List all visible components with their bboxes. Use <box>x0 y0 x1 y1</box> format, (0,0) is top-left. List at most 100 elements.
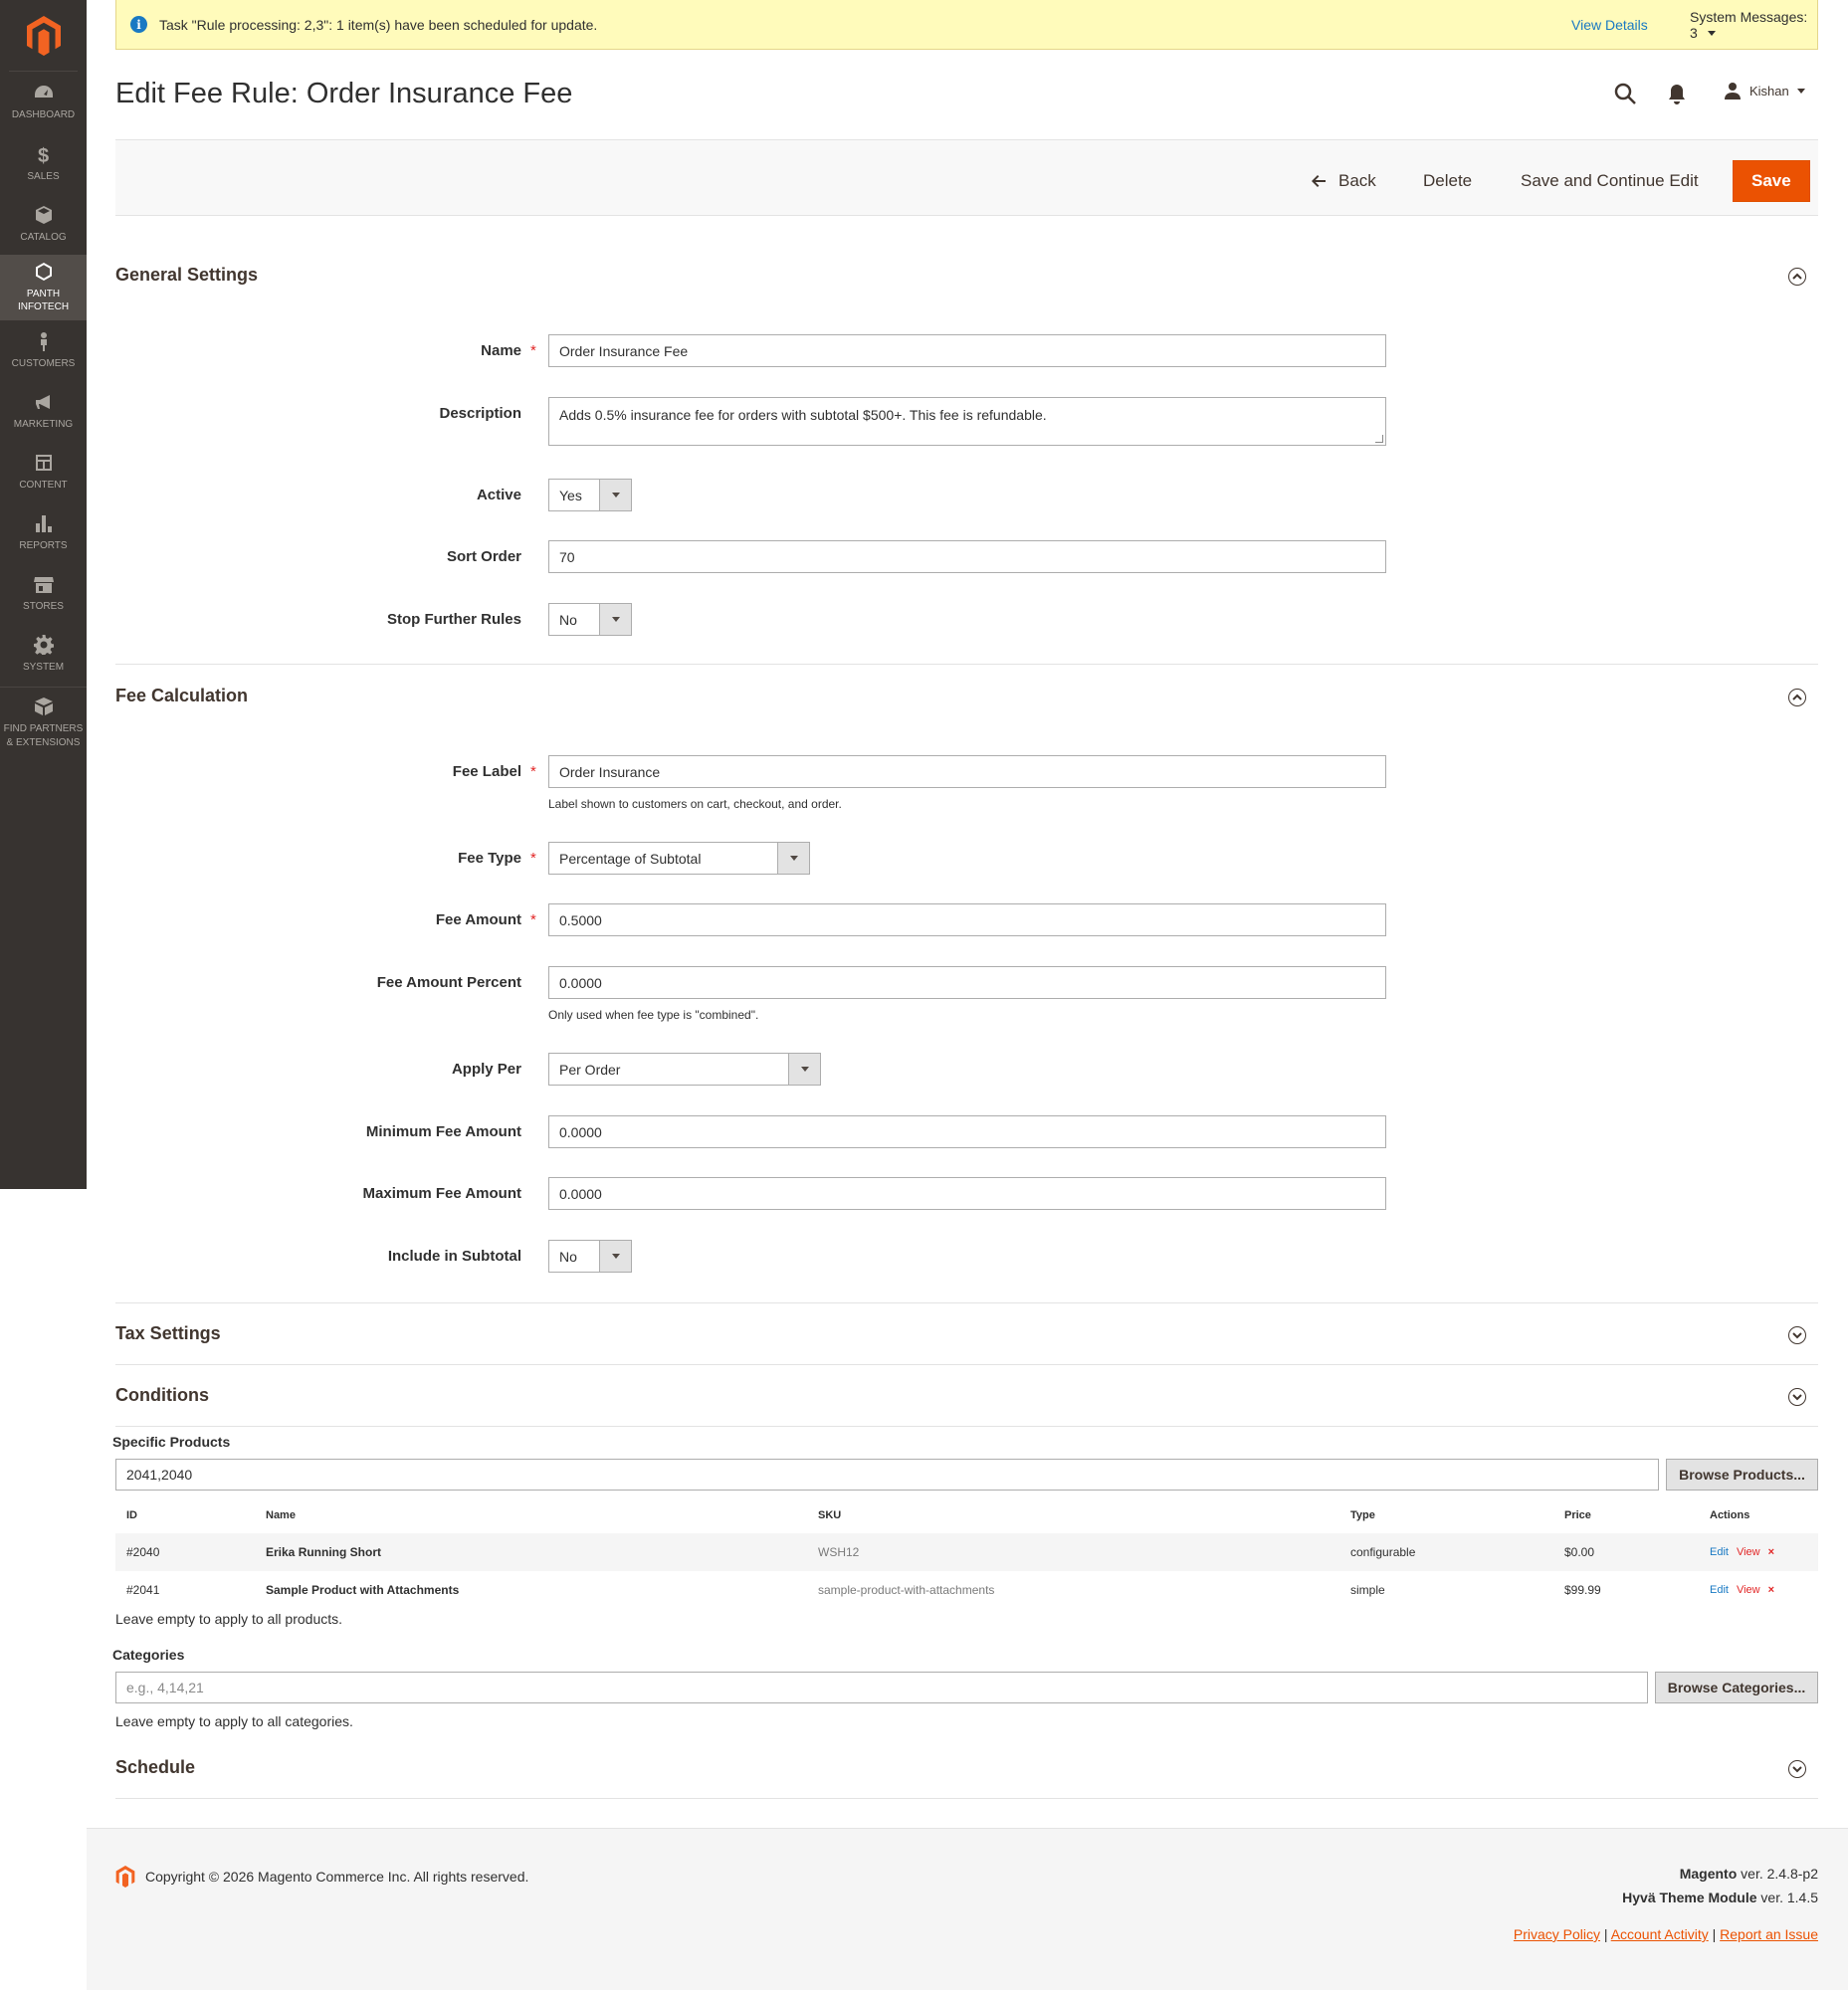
sidebar-item-marketing[interactable]: MARKETING <box>0 381 87 442</box>
fee-amount-input[interactable]: 0.5000 <box>548 903 1386 936</box>
box-icon <box>34 697 53 715</box>
required-asterisk: * <box>530 911 536 928</box>
search-icon[interactable] <box>1613 82 1637 105</box>
view-details-link[interactable]: View Details <box>1571 17 1648 33</box>
expand-icon[interactable] <box>1788 1326 1806 1344</box>
remove-icon[interactable]: × <box>1768 1546 1774 1558</box>
sidebar-item-content[interactable]: CONTENT <box>0 442 87 502</box>
link-separator: | <box>1708 1926 1721 1942</box>
sidebar-item-stores[interactable]: STORES <box>0 563 87 624</box>
categories-label: Categories <box>112 1647 185 1663</box>
categories-input[interactable]: e.g., 4,14,21 <box>115 1672 1648 1703</box>
account-activity-link[interactable]: Account Activity <box>1611 1926 1709 1942</box>
report-issue-link[interactable]: Report an Issue <box>1720 1926 1818 1942</box>
sidebar-item-reports[interactable]: REPORTS <box>0 502 87 563</box>
row-name: Erika Running Short <box>266 1545 382 1559</box>
specific-products-label: Specific Products <box>112 1434 231 1450</box>
min-fee-input[interactable]: 0.0000 <box>548 1115 1386 1148</box>
row-price: $99.99 <box>1564 1583 1601 1597</box>
apply-per-label: Apply Per <box>451 1061 521 1078</box>
collapse-icon[interactable] <box>1788 268 1806 286</box>
save-continue-button[interactable]: Save and Continue Edit <box>1521 160 1699 202</box>
sidebar-item-customers[interactable]: CUSTOMERS <box>0 320 87 381</box>
section-title[interactable]: Schedule <box>115 1757 195 1778</box>
magento-logo[interactable] <box>9 0 78 72</box>
magento-logo-icon <box>115 1866 135 1888</box>
sidebar-item-catalog[interactable]: CATALOG <box>0 194 87 255</box>
section-title[interactable]: Conditions <box>115 1385 209 1406</box>
collapse-icon[interactable] <box>1788 689 1806 706</box>
sidebar-item-find-partners[interactable]: FIND PARTNERS & EXTENSIONS <box>0 687 87 758</box>
include-subtotal-select[interactable]: No <box>548 1240 632 1273</box>
edit-link[interactable]: Edit <box>1710 1546 1729 1558</box>
section-title[interactable]: Fee Calculation <box>115 686 248 706</box>
hyva-version-number: ver. 1.4.5 <box>1756 1890 1818 1905</box>
section-title[interactable]: Tax Settings <box>115 1323 221 1344</box>
sidebar-item-dashboard[interactable]: DASHBOARD <box>0 72 87 133</box>
fee-label-input[interactable]: Order Insurance <box>548 755 1386 788</box>
chevron-down-icon <box>599 480 631 510</box>
stop-rules-label: Stop Further Rules <box>386 611 521 628</box>
delete-button[interactable]: Delete <box>1423 160 1472 202</box>
fee-percent-note: Only used when fee type is "combined". <box>548 1008 759 1022</box>
info-icon: i <box>130 16 147 33</box>
name-input[interactable]: Order Insurance Fee <box>548 334 1386 367</box>
fee-label-note: Label shown to customers on cart, checko… <box>548 797 842 811</box>
bell-icon[interactable] <box>1667 84 1687 105</box>
edit-link[interactable]: Edit <box>1710 1584 1729 1596</box>
sidebar-item-system[interactable]: SYSTEM <box>0 624 87 685</box>
save-button[interactable]: Save <box>1733 160 1810 202</box>
hexagon-icon <box>35 262 52 281</box>
privacy-policy-link[interactable]: Privacy Policy <box>1514 1926 1600 1942</box>
main-content: i Task "Rule processing: 2,3": 1 item(s)… <box>87 0 1848 1990</box>
chevron-down-icon <box>788 1054 820 1085</box>
browse-products-button[interactable]: Browse Products... <box>1666 1459 1818 1491</box>
sidebar-item-sales[interactable]: $ SALES <box>0 133 87 194</box>
sidebar-item-label: MARKETING <box>13 418 74 430</box>
apply-per-select[interactable]: Per Order <box>548 1053 821 1086</box>
fee-type-select[interactable]: Percentage of Subtotal <box>548 842 810 875</box>
cube-icon <box>35 205 52 224</box>
include-subtotal-label: Include in Subtotal <box>387 1248 521 1265</box>
select-value: No <box>559 611 577 628</box>
row-type: configurable <box>1350 1545 1416 1559</box>
table-row: #2041 Sample Product with Attachments sa… <box>115 1571 1818 1609</box>
fee-calculation-section: Fee Calculation Fee Label * Order Insura… <box>115 686 1818 1303</box>
description-textarea[interactable]: Adds 0.5% insurance fee for orders with … <box>548 397 1386 446</box>
active-select[interactable]: Yes <box>548 479 632 511</box>
browse-categories-button[interactable]: Browse Categories... <box>1655 1672 1818 1703</box>
row-price: $0.00 <box>1564 1545 1595 1559</box>
fee-percent-input[interactable]: 0.0000 <box>548 966 1386 999</box>
section-title[interactable]: General Settings <box>115 265 258 286</box>
fee-amount-label: Fee Amount <box>435 911 521 928</box>
row-name: Sample Product with Attachments <box>266 1583 460 1597</box>
fee-label-label: Fee Label <box>452 763 521 780</box>
active-label: Active <box>476 487 521 503</box>
max-fee-input[interactable]: 0.0000 <box>548 1177 1386 1210</box>
remove-icon[interactable]: × <box>1768 1584 1774 1596</box>
sidebar-item-label: STORES <box>23 600 64 612</box>
required-asterisk: * <box>530 850 536 867</box>
select-value: Percentage of Subtotal <box>559 850 702 867</box>
grid-header-actions: Actions <box>1710 1509 1750 1521</box>
schedule-section: Schedule <box>115 1757 1818 1799</box>
stop-rules-select[interactable]: No <box>548 603 632 636</box>
user-menu[interactable]: Kishan <box>1724 82 1805 100</box>
view-link[interactable]: View <box>1737 1546 1760 1558</box>
grid-header-type: Type <box>1350 1509 1375 1521</box>
view-link[interactable]: View <box>1737 1584 1760 1596</box>
resize-handle-icon[interactable] <box>1375 435 1383 443</box>
expand-icon[interactable] <box>1788 1388 1806 1406</box>
sidebar-item-label: CATALOG <box>20 231 67 243</box>
megaphone-icon <box>35 394 50 409</box>
sort-order-input[interactable]: 70 <box>548 540 1386 573</box>
system-messages-dropdown[interactable]: System Messages: 3 <box>1690 9 1817 41</box>
sidebar-item-panth-infotech[interactable]: PANTH INFOTECH <box>0 255 87 320</box>
expand-icon[interactable] <box>1788 1760 1806 1778</box>
select-value: Yes <box>559 487 582 503</box>
system-message-text: Task "Rule processing: 2,3": 1 item(s) h… <box>159 16 598 33</box>
arrow-left-icon <box>1312 175 1326 187</box>
back-button[interactable]: Back <box>1311 160 1376 202</box>
specific-products-input[interactable]: 2041,2040 <box>115 1459 1659 1491</box>
tax-settings-section: Tax Settings <box>115 1323 1818 1365</box>
